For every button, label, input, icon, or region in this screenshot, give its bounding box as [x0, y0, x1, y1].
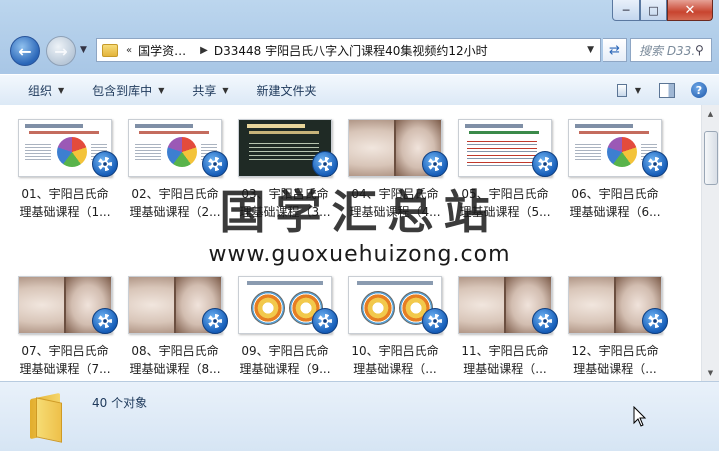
watermark-title: 国学汇总站 — [219, 185, 500, 239]
toolbar-right: ▼ ? — [617, 75, 719, 105]
chevron-down-icon: ▼ — [634, 85, 641, 95]
include-in-library-menu[interactable]: 包含到库中 ▼ — [78, 82, 178, 99]
file-name-line: 11、宇阳吕氏命 — [461, 344, 549, 358]
file-name: 10、宇阳吕氏命 理基础课程（... — [340, 342, 450, 378]
preview-pane-button[interactable] — [655, 79, 679, 101]
file-name-line: 理基础课程（... — [353, 362, 437, 376]
watermark-url: www.guoxuehuizong.com — [208, 242, 511, 267]
media-player-icon — [532, 151, 558, 177]
file-name-line: 理基础课程（... — [463, 362, 547, 376]
share-menu[interactable]: 共享 ▼ — [178, 82, 242, 99]
file-name-line: 08、宇阳吕氏命 — [131, 344, 219, 358]
file-item[interactable]: 10、宇阳吕氏命 理基础课程（... — [340, 272, 450, 381]
search-box[interactable]: 搜索 D33... ⚲ — [630, 38, 712, 62]
include-library-label: 包含到库中 — [92, 83, 153, 98]
new-folder-button[interactable]: 新建文件夹 — [243, 82, 331, 99]
file-name-line: 理基础课程（7... — [19, 362, 111, 376]
item-count: 40 个对象 — [92, 396, 148, 410]
share-label: 共享 — [192, 83, 217, 98]
media-player-icon — [642, 308, 668, 334]
search-input[interactable]: 搜索 D33... — [639, 42, 695, 59]
file-name-line: 理基础课程（9... — [239, 362, 331, 376]
media-player-icon — [202, 151, 228, 177]
caption-buttons: ─ □ ✕ — [612, 0, 713, 21]
maximize-button[interactable]: □ — [640, 0, 667, 21]
chevron-down-icon: ▼ — [158, 85, 165, 95]
media-player-icon — [92, 308, 118, 334]
address-bar[interactable]: « 国学资… ▶ D33448 宇阳吕氏八字入门课程40集视频约12小时 ▼ — [96, 38, 601, 62]
back-arrow-icon: ← — [18, 41, 32, 61]
forward-button[interactable]: → — [46, 36, 76, 66]
breadcrumb-arrow-icon[interactable]: ▶ — [200, 45, 208, 56]
media-player-icon — [532, 308, 558, 334]
media-player-icon — [92, 151, 118, 177]
help-icon: ? — [691, 82, 707, 98]
file-name-line: 07、宇阳吕氏命 — [21, 344, 109, 358]
organize-label: 组织 — [28, 83, 53, 98]
breadcrumb-overflow-icon[interactable]: « — [126, 45, 132, 56]
search-icon: ⚲ — [695, 43, 704, 57]
refresh-button[interactable]: ⇄ — [603, 38, 627, 62]
file-name-line: 理基础课程（8... — [129, 362, 221, 376]
navigation-bar: ← → ▼ « 国学资… ▶ D33448 宇阳吕氏八字入门课程40集视频约12… — [0, 30, 719, 70]
command-bar: 组织 ▼ 包含到库中 ▼ 共享 ▼ 新建文件夹 ▼ ? — [0, 74, 719, 106]
file-item[interactable]: 12、宇阳吕氏命 理基础课程（... — [560, 272, 670, 381]
file-name-line: 12、宇阳吕氏命 — [571, 344, 659, 358]
file-item[interactable]: 11、宇阳吕氏命 理基础课程（... — [450, 272, 560, 381]
file-name: 07、宇阳吕氏命 理基础课程（7... — [10, 342, 120, 378]
file-name-line: 09、宇阳吕氏命 — [241, 344, 329, 358]
change-view-button[interactable]: ▼ — [617, 79, 641, 101]
new-folder-label: 新建文件夹 — [256, 83, 317, 98]
chevron-down-icon: ▼ — [58, 85, 65, 95]
breadcrumb-item[interactable]: 国学资… — [138, 42, 186, 59]
media-player-icon — [422, 308, 448, 334]
back-button[interactable]: ← — [10, 36, 40, 66]
file-name: 08、宇阳吕氏命 理基础课程（8... — [120, 342, 230, 378]
chevron-down-icon: ▼ — [222, 85, 229, 95]
minimize-button[interactable]: ─ — [612, 0, 640, 21]
help-button[interactable]: ? — [687, 79, 711, 101]
mouse-cursor-icon — [633, 406, 647, 427]
explorer-window: ─ □ ✕ ← → ▼ « 国学资… ▶ D33448 宇阳吕氏八字入门课程40… — [0, 0, 719, 451]
organize-menu[interactable]: 组织 ▼ — [0, 82, 78, 99]
file-name-line: 10、宇阳吕氏命 — [351, 344, 439, 358]
preview-pane-icon — [659, 82, 675, 98]
media-player-icon — [422, 151, 448, 177]
file-name: 09、宇阳吕氏命 理基础课程（9... — [230, 342, 340, 378]
media-player-icon — [202, 308, 228, 334]
scroll-down-icon[interactable]: ▼ — [702, 364, 719, 381]
scroll-up-icon[interactable]: ▲ — [702, 105, 719, 122]
media-player-icon — [312, 308, 338, 334]
file-item[interactable]: 08、宇阳吕氏命 理基础课程（8... — [120, 272, 230, 381]
media-player-icon — [312, 151, 338, 177]
media-player-icon — [642, 151, 668, 177]
file-name: 12、宇阳吕氏命 理基础课程（... — [560, 342, 670, 378]
refresh-icon: ⇄ — [609, 42, 620, 58]
folder-icon — [102, 43, 118, 57]
folder-icon — [30, 392, 64, 443]
recent-pages-dropdown-icon[interactable]: ▼ — [80, 45, 87, 55]
details-pane: 40 个对象 — [0, 381, 719, 451]
close-button[interactable]: ✕ — [667, 0, 713, 21]
breadcrumb-item-current[interactable]: D33448 宇阳吕氏八字入门课程40集视频约12小时 — [214, 42, 488, 59]
view-icon — [617, 83, 627, 97]
file-item[interactable]: 09、宇阳吕氏命 理基础课程（9... — [230, 272, 340, 381]
forward-arrow-icon: → — [54, 41, 68, 61]
file-item[interactable]: 07、宇阳吕氏命 理基础课程（7... — [10, 272, 120, 381]
address-dropdown-icon[interactable]: ▼ — [587, 45, 594, 55]
file-name: 11、宇阳吕氏命 理基础课程（... — [450, 342, 560, 378]
file-name-line: 理基础课程（... — [573, 362, 657, 376]
